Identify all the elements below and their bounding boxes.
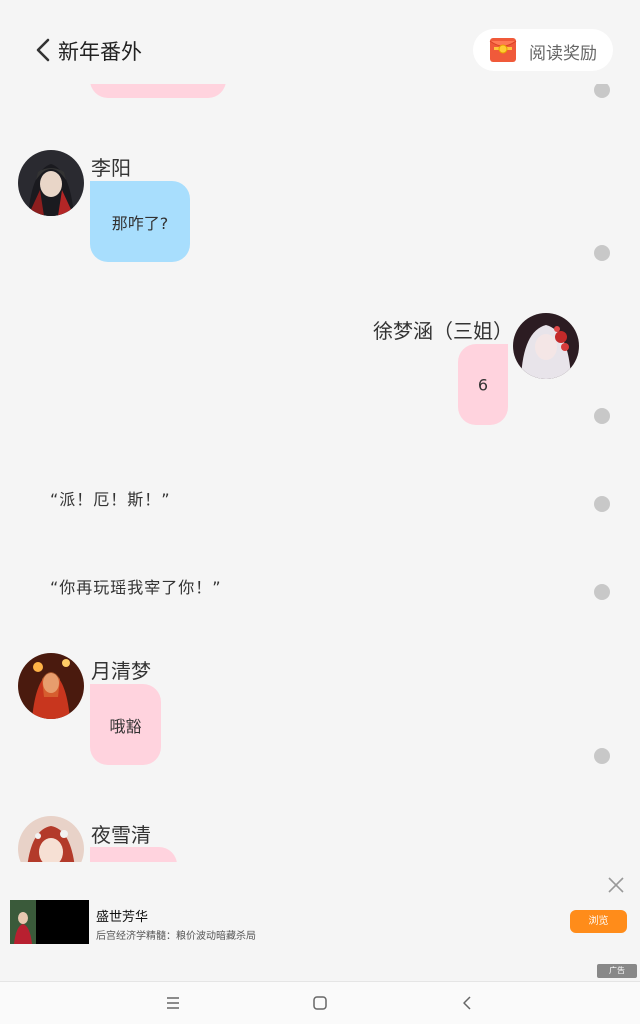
message-bubble-partial	[90, 84, 226, 98]
back-chevron-icon[interactable]	[34, 38, 54, 62]
ad-thumbnail[interactable]	[10, 900, 89, 944]
comment-dot[interactable]	[594, 245, 610, 261]
sender-name: 徐梦涵（三姐）	[373, 319, 513, 343]
avatar-image	[18, 653, 84, 719]
reading-reward-button[interactable]: 阅读奖励	[473, 29, 613, 71]
message-text: 那咋了?	[111, 213, 169, 233]
ad-title: 盛世芳华	[96, 910, 149, 925]
menu-icon[interactable]	[164, 994, 182, 1012]
avatar-image	[513, 313, 579, 379]
message-bubble-partial[interactable]	[90, 847, 177, 862]
ad-tag: 广告	[597, 964, 637, 978]
chat-stream[interactable]: 李阳 那咋了? 徐梦涵（三姐） 6 “派！厄！斯！” “你再玩瑶我宰了你！” 月…	[0, 84, 640, 862]
page-title: 新年番外	[58, 40, 142, 64]
message-text: 哦豁	[109, 716, 142, 736]
ad-subtitle: 后宫经济学精髓：粮价波动暗藏杀局	[96, 931, 256, 942]
avatar[interactable]	[18, 653, 84, 719]
message-text: 6	[477, 375, 489, 394]
comment-dot[interactable]	[594, 748, 610, 764]
message-bubble[interactable]: 那咋了?	[90, 181, 190, 262]
comment-dot[interactable]	[594, 584, 610, 600]
avatar[interactable]	[18, 816, 84, 862]
sender-name: 李阳	[91, 156, 131, 180]
message-bubble[interactable]: 6	[458, 344, 508, 425]
comment-dot[interactable]	[594, 496, 610, 512]
comment-dot[interactable]	[594, 84, 610, 98]
close-icon[interactable]	[607, 876, 625, 894]
sender-name: 夜雪清	[91, 823, 151, 847]
ad-thumbnail-image	[10, 900, 89, 944]
avatar-image	[18, 816, 84, 862]
home-square-icon[interactable]	[311, 994, 329, 1012]
avatar[interactable]	[513, 313, 579, 379]
back-triangle-icon[interactable]	[458, 994, 476, 1012]
sender-name: 月清梦	[91, 659, 151, 683]
comment-dot[interactable]	[594, 408, 610, 424]
narration-text: “你再玩瑶我宰了你！”	[50, 578, 222, 597]
avatar[interactable]	[18, 150, 84, 216]
system-nav-bar	[0, 981, 640, 1024]
red-envelope-icon	[489, 38, 517, 62]
reading-reward-label: 阅读奖励	[529, 44, 597, 64]
narration-text: “派！厄！斯！”	[50, 490, 171, 509]
ad-browse-button[interactable]: 浏览	[570, 910, 627, 933]
message-bubble[interactable]: 哦豁	[90, 684, 161, 765]
avatar-image	[18, 150, 84, 216]
